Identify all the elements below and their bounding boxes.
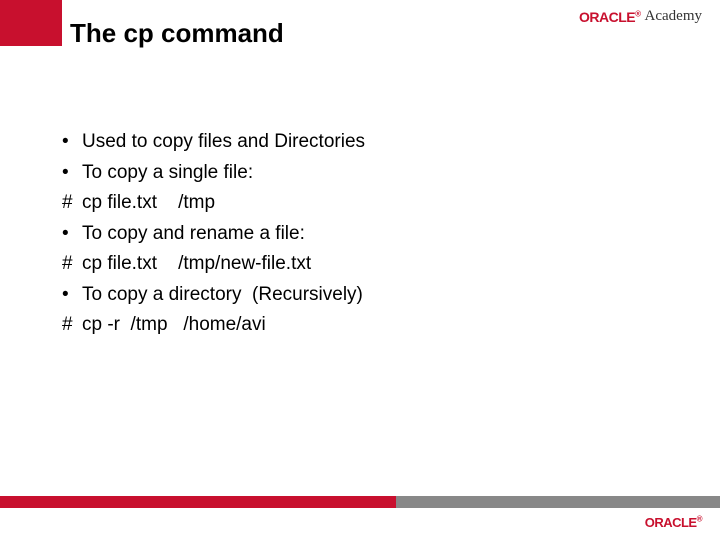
footer-divider-bar	[0, 496, 720, 508]
hash-icon: #	[62, 311, 82, 340]
oracle-word: ORACLE	[645, 515, 697, 530]
slide-title: The cp command	[70, 18, 284, 49]
line-text: To copy a directory (Recursively)	[82, 281, 363, 310]
oracle-footer-logo: ORACLE®	[645, 514, 702, 532]
line-text: To copy a single file:	[82, 159, 253, 188]
registered-icon: ®	[635, 9, 640, 18]
list-item: • Used to copy files and Directories	[62, 128, 365, 157]
hash-icon: #	[62, 189, 82, 218]
list-item: # cp file.txt /tmp	[62, 189, 365, 218]
list-item: • To copy and rename a file:	[62, 220, 365, 249]
bullet-icon: •	[62, 128, 82, 157]
bullet-icon: •	[62, 281, 82, 310]
slide-footer: ORACLE®	[0, 480, 720, 540]
slide-header: The cp command ORACLE® Academy	[0, 0, 720, 70]
list-item: • To copy a directory (Recursively)	[62, 281, 365, 310]
line-text: To copy and rename a file:	[82, 220, 305, 249]
line-text: Used to copy files and Directories	[82, 128, 365, 157]
line-text: cp -r /tmp /home/avi	[82, 311, 266, 340]
oracle-brand-text: ORACLE®	[579, 9, 641, 25]
list-item: • To copy a single file:	[62, 159, 365, 188]
oracle-word: ORACLE	[579, 9, 635, 25]
oracle-academy-logo: ORACLE® Academy	[579, 8, 702, 25]
line-text: cp file.txt /tmp	[82, 189, 215, 218]
hash-icon: #	[62, 250, 82, 279]
slide-content: • Used to copy files and Directories • T…	[62, 128, 365, 342]
header-red-square	[0, 0, 62, 46]
line-text: cp file.txt /tmp/new-file.txt	[82, 250, 311, 279]
bullet-icon: •	[62, 159, 82, 188]
bullet-icon: •	[62, 220, 82, 249]
list-item: # cp file.txt /tmp/new-file.txt	[62, 250, 365, 279]
academy-text: Academy	[645, 8, 702, 25]
registered-icon: ®	[697, 515, 702, 524]
oracle-brand-text: ORACLE®	[645, 515, 702, 530]
list-item: # cp -r /tmp /home/avi	[62, 311, 365, 340]
